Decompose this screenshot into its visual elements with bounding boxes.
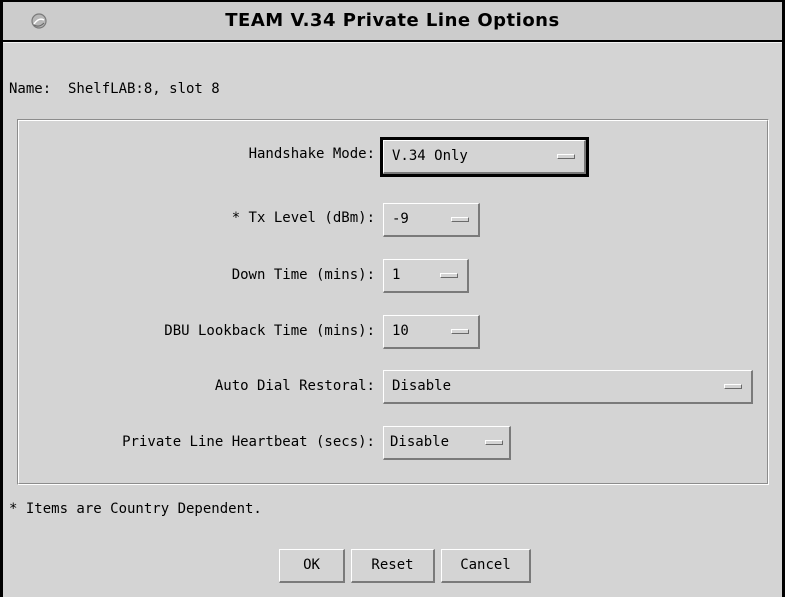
option-menu-indicator-icon — [451, 329, 469, 334]
name-label: Name: ShelfLAB:8, slot 8 — [9, 81, 220, 97]
auto-dial-restoral-menu[interactable]: Disable — [383, 370, 753, 404]
dbu-lookback-menu[interactable]: 10 — [383, 315, 480, 349]
heartbeat-value: Disable — [390, 434, 450, 450]
heartbeat-label: Private Line Heartbeat (secs): — [122, 434, 375, 450]
down-time-value: 1 — [392, 267, 401, 283]
dialog-body: Name: ShelfLAB:8, slot 8 Handshake Mode:… — [3, 42, 782, 597]
tx-level-menu[interactable]: -9 — [383, 203, 480, 237]
option-menu-indicator-icon — [557, 154, 575, 159]
down-time-menu[interactable]: 1 — [383, 259, 469, 293]
option-menu-indicator-icon — [724, 384, 742, 389]
dbu-lookback-value: 10 — [392, 323, 409, 339]
down-time-label: Down Time (mins): — [231, 267, 375, 283]
reset-button[interactable]: Reset — [351, 549, 435, 583]
heartbeat-menu[interactable]: Disable — [383, 426, 511, 460]
dbu-lookback-label: DBU Lookback Time (mins): — [164, 323, 375, 339]
title-bar[interactable]: TEAM V.34 Private Line Options — [3, 2, 782, 42]
option-menu-indicator-icon — [440, 273, 458, 278]
handshake-mode-value: V.34 Only — [392, 148, 468, 164]
option-menu-indicator-icon — [485, 440, 503, 445]
handshake-mode-label: Handshake Mode: — [248, 146, 375, 162]
cancel-button[interactable]: Cancel — [441, 549, 531, 583]
auto-dial-restoral-label: Auto Dial Restoral: — [214, 378, 375, 394]
dialog-window: TEAM V.34 Private Line Options Name: She… — [0, 0, 785, 597]
tx-level-value: -9 — [392, 211, 409, 227]
window-title: TEAM V.34 Private Line Options — [225, 10, 560, 31]
auto-dial-restoral-value: Disable — [392, 378, 452, 394]
ok-button[interactable]: OK — [279, 549, 345, 583]
option-menu-indicator-icon — [451, 217, 469, 222]
handshake-mode-menu[interactable]: V.34 Only — [383, 140, 586, 174]
tx-level-label: * Tx Level (dBm): — [231, 210, 375, 226]
footnote: * Items are Country Dependent. — [9, 501, 262, 517]
